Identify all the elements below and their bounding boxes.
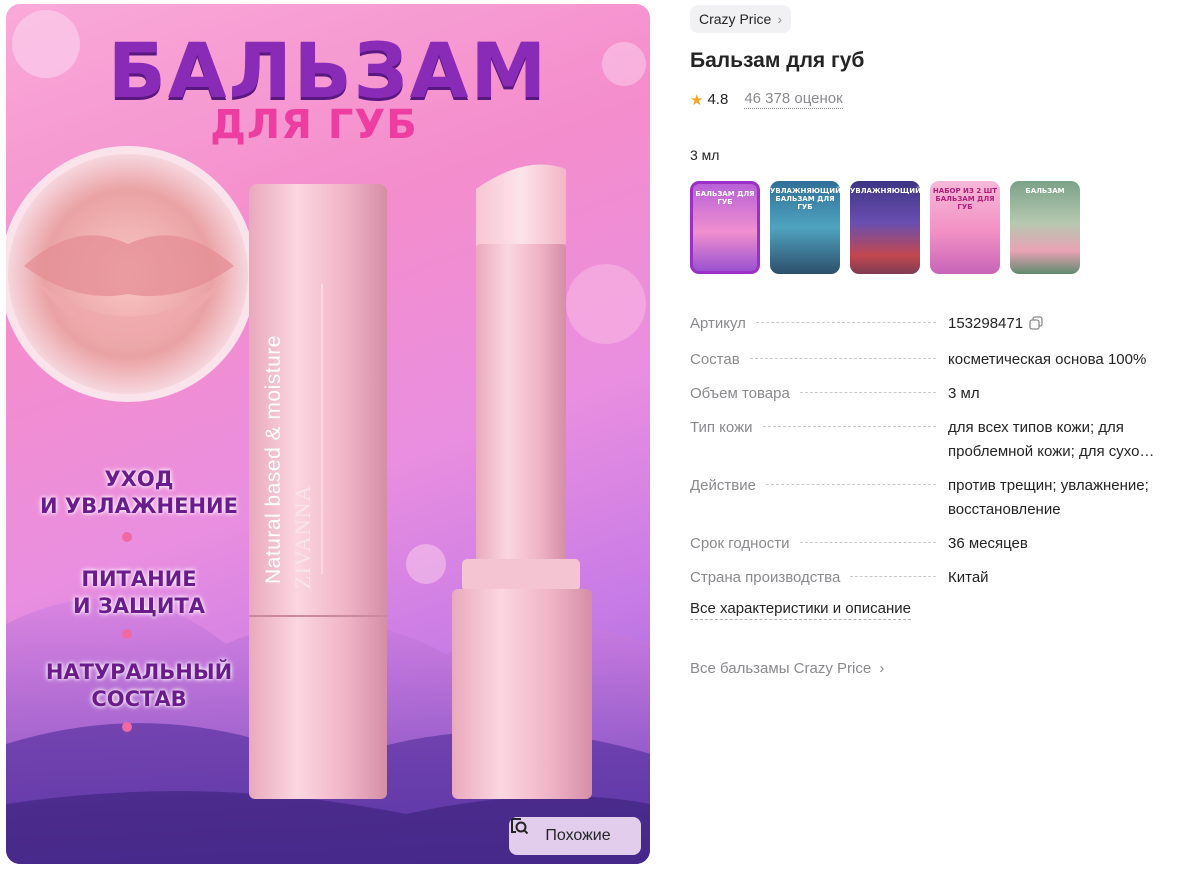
- similar-button[interactable]: Похожие: [509, 817, 641, 855]
- brand-link[interactable]: Crazy Price ›: [690, 5, 792, 33]
- all-brand-products-link[interactable]: Все бальзамы Crazy Price ›: [690, 660, 884, 677]
- feature-1-line-2: И УВЛАЖНЕНИЕ: [40, 494, 238, 518]
- variant-thumb-4[interactable]: НАБОР ИЗ 2 ШТ БАЛЬЗАМ ДЛЯ ГУБ: [930, 181, 1000, 274]
- star-icon: ★: [690, 91, 704, 109]
- similar-button-label: Похожие: [545, 827, 611, 844]
- all-specs-link[interactable]: Все характеристики и описание: [690, 600, 911, 620]
- feature-3-line-1: НАТУРАЛЬНЫЙ: [45, 660, 233, 684]
- spec-value: против трещин; увлажнение;: [948, 477, 1149, 494]
- copy-icon[interactable]: [1029, 314, 1043, 338]
- spec-value: 153298471: [948, 315, 1024, 332]
- spec-value: 36 месяцев: [948, 535, 1028, 552]
- variant-thumb-2[interactable]: УВЛАЖНЯЮЩИЙ БАЛЬЗАМ ДЛЯ ГУБ: [770, 181, 840, 274]
- spec-name: Страна производства: [690, 569, 841, 586]
- feature-2-line-2: И ЗАЩИТА: [72, 594, 206, 618]
- spec-row-action: Действие против трещин; увлажнение; восс…: [690, 474, 1200, 522]
- feature-dot: [122, 629, 132, 639]
- product-logo: ZIVANNA: [290, 484, 315, 589]
- spec-row-volume: Объем товара 3 мл: [690, 382, 1200, 406]
- spec-row-skin-type: Тип кожи для всех типов кожи; для пробле…: [690, 416, 1200, 464]
- feature-dot: [122, 532, 132, 542]
- spec-row-composition: Состав косметическая основа 100%: [690, 348, 1200, 372]
- feature-3: НАТУРАЛЬНЫЙ СОСТАВ: [36, 659, 242, 713]
- variant-thumb-label: БАЛЬЗАМ ДЛЯ ГУБ: [695, 190, 755, 206]
- reviews-link[interactable]: 46 378 оценок: [744, 90, 843, 109]
- variant-thumb-3[interactable]: УВЛАЖНЯЮЩИЙ: [850, 181, 920, 274]
- feature-3-line-2: СОСТАВ: [91, 687, 187, 711]
- spec-name: Действие: [690, 477, 756, 494]
- chevron-right-icon: ›: [777, 11, 783, 27]
- spec-name: Состав: [690, 351, 740, 368]
- variant-thumbnails: БАЛЬЗАМ ДЛЯ ГУБ УВЛАЖНЯЮЩИЙ БАЛЬЗАМ ДЛЯ …: [690, 181, 1080, 274]
- all-brand-products-label: Все бальзамы Crazy Price: [690, 660, 872, 677]
- feature-2: ПИТАНИЕ И ЗАЩИТА: [36, 566, 242, 620]
- volume-label: 3 мл: [690, 147, 720, 163]
- feature-dot: [122, 722, 132, 732]
- product-title: Бальзам для губ: [690, 49, 865, 72]
- variant-thumb-1[interactable]: БАЛЬЗАМ ДЛЯ ГУБ: [690, 181, 760, 274]
- spec-value-line-2: восстановление: [948, 501, 1061, 518]
- variant-thumb-5[interactable]: БАЛЬЗАМ: [1010, 181, 1080, 274]
- hero-subtitle: ДЛЯ ГУБ: [210, 102, 418, 148]
- spec-value: Китай: [948, 569, 989, 586]
- variant-thumb-label: УВЛАЖНЯЮЩИЙ БАЛЬЗАМ ДЛЯ ГУБ: [770, 187, 840, 211]
- specs-list: Артикул 153298471 Состав косметическая о…: [690, 312, 1200, 590]
- spec-value: 3 мл: [948, 385, 980, 402]
- rating-block: ★ 4.8 46 378 оценок: [690, 90, 843, 109]
- feature-1-line-1: УХОД: [104, 467, 174, 491]
- spec-row-shelf-life: Срок годности 36 месяцев: [690, 532, 1200, 556]
- feature-1: УХОД И УВЛАЖНЕНИЕ: [36, 466, 242, 520]
- spec-value-line-2: проблемной кожи; для сухо…: [948, 443, 1155, 460]
- brand-name: Crazy Price: [699, 11, 772, 27]
- spec-name: Тип кожи: [690, 419, 753, 436]
- spec-name: Срок годности: [690, 535, 790, 552]
- product-main-image[interactable]: БАЛЬЗАМ ДЛЯ ГУБ Natural based & moisture…: [6, 4, 650, 864]
- feature-2-line-1: ПИТАНИЕ: [81, 567, 197, 591]
- spec-row-country: Страна производства Китай: [690, 566, 1200, 590]
- spec-name: Объем товара: [690, 385, 790, 402]
- chevron-right-icon: ›: [879, 660, 885, 677]
- rating-value: 4.8: [707, 91, 729, 108]
- spec-row-article: Артикул 153298471: [690, 312, 1200, 338]
- spec-name: Артикул: [690, 315, 746, 332]
- variant-thumb-label: УВЛАЖНЯЮЩИЙ: [850, 187, 920, 195]
- variant-thumb-label: НАБОР ИЗ 2 ШТ БАЛЬЗАМ ДЛЯ ГУБ: [932, 187, 998, 211]
- variant-thumb-label: БАЛЬЗАМ: [1025, 187, 1065, 195]
- product-text: Natural based & moisture: [262, 335, 285, 584]
- spec-value: для всех типов кожи; для: [948, 419, 1124, 436]
- spec-value: косметическая основа 100%: [948, 351, 1147, 368]
